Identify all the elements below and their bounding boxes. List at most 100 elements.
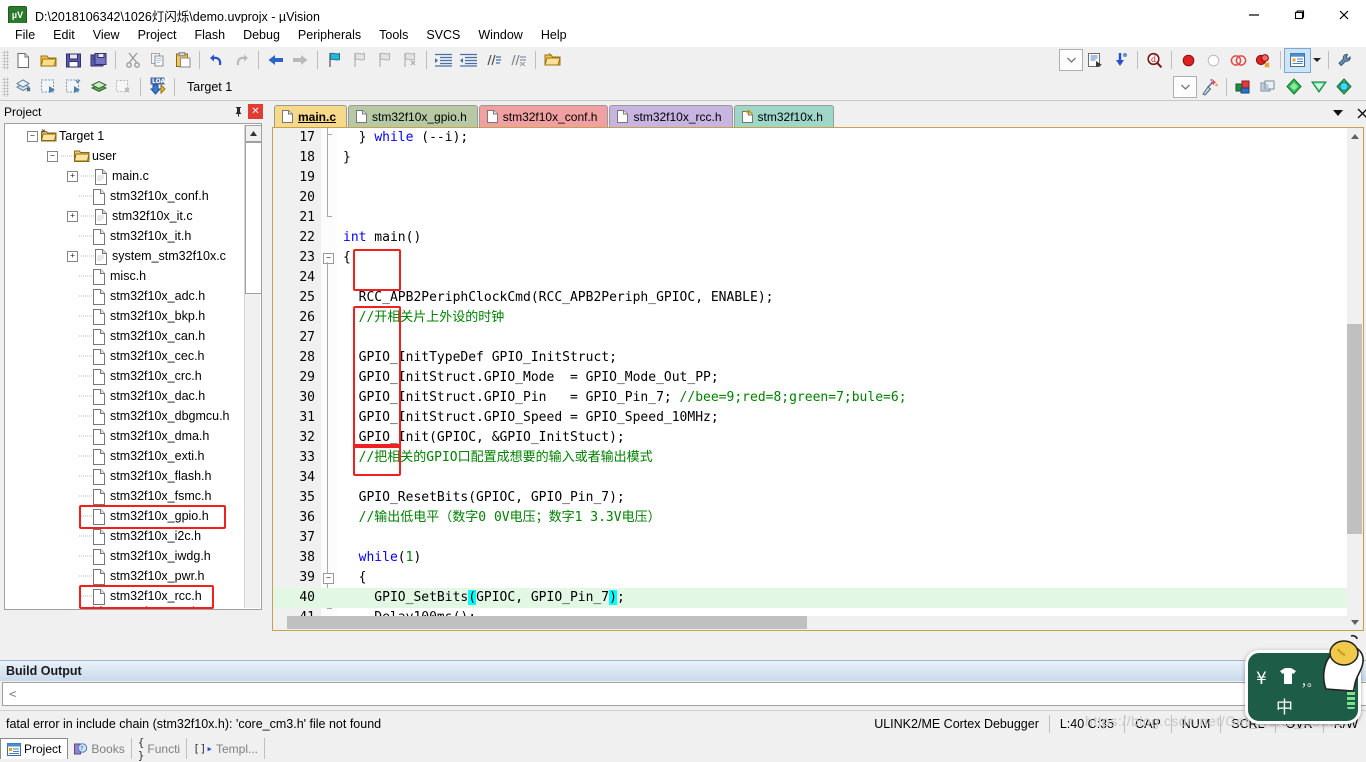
debug-start-icon[interactable] <box>1083 49 1108 72</box>
expander-plus-icon[interactable]: + <box>67 170 78 182</box>
tree-item-stm32f10x-i2c-h[interactable]: stm32f10x_i2c.h <box>5 526 243 546</box>
tree-item-system-stm32f10x-c[interactable]: + system_stm32f10x.c <box>5 246 243 266</box>
project-tree-vertical-scrollbar[interactable] <box>244 125 261 608</box>
menu-edit[interactable]: Edit <box>44 25 84 45</box>
ime-currency-glyph[interactable]: ¥ <box>1256 669 1267 689</box>
panel-tab-templates[interactable]: []▸ Templ... <box>187 738 265 759</box>
tree-item-stm32f10x-dbgmcu-h[interactable]: stm32f10x_dbgmcu.h <box>5 406 243 426</box>
options-target-icon[interactable] <box>1197 75 1222 98</box>
rebuild-icon[interactable] <box>61 75 86 98</box>
close-icon[interactable] <box>1354 105 1366 121</box>
target-selector-value[interactable]: Target 1 <box>179 80 315 94</box>
tree-item-main-c[interactable]: + main.c <box>5 166 243 186</box>
save-icon[interactable] <box>61 49 86 72</box>
scroll-up-button[interactable] <box>245 125 261 142</box>
stop-build-icon[interactable] <box>111 75 136 98</box>
comment-icon[interactable] <box>481 49 506 72</box>
menu-flash[interactable]: Flash <box>185 25 234 45</box>
menu-svcs[interactable]: SVCS <box>417 25 469 45</box>
pack-installer-icon[interactable] <box>1306 75 1331 98</box>
scrollbar-thumb[interactable] <box>245 142 261 294</box>
ime-floating-widget[interactable]: ¥ ，。 中 <box>1245 634 1364 724</box>
new-file-icon[interactable] <box>11 49 36 72</box>
insert-tracepoint-icon[interactable] <box>1108 49 1133 72</box>
tree-item-stm32f10x-gpio-h[interactable]: stm32f10x_gpio.h <box>5 506 243 526</box>
code-editor[interactable]: − − 17 } while (--i); 18 } 19 20 21 22 i… <box>272 127 1364 631</box>
tree-item-stm32f10x-bkp-h[interactable]: stm32f10x_bkp.h <box>5 306 243 326</box>
code-vertical-scrollbar[interactable] <box>1347 128 1363 630</box>
open-file-icon[interactable] <box>36 49 61 72</box>
save-all-icon[interactable] <box>86 49 111 72</box>
bookmark-next-icon[interactable] <box>372 49 397 72</box>
menu-peripherals[interactable]: Peripherals <box>289 25 370 45</box>
editor-tab-stm32f10x-conf-h[interactable]: stm32f10x_conf.h <box>478 105 609 127</box>
project-window-icon[interactable] <box>1284 47 1311 73</box>
menu-debug[interactable]: Debug <box>234 25 289 45</box>
translate-icon[interactable] <box>11 75 36 98</box>
bookmark-prev-icon[interactable] <box>347 49 372 72</box>
chevron-down-icon[interactable] <box>1330 105 1346 121</box>
menu-help[interactable]: Help <box>532 25 576 45</box>
target-dropdown-icon[interactable] <box>1173 75 1197 98</box>
tree-item-stm32f10x-dma-h[interactable]: stm32f10x_dma.h <box>5 426 243 446</box>
code-scroll-down-button[interactable] <box>1347 614 1363 630</box>
code-h-scrollbar-thumb[interactable] <box>287 616 807 629</box>
ime-mode-glyph[interactable]: 中 <box>1276 693 1293 718</box>
tree-item-stm32f10x-adc-h[interactable]: stm32f10x_adc.h <box>5 286 243 306</box>
multi-project-icon[interactable] <box>1256 75 1281 98</box>
navigate-forward-icon[interactable] <box>288 49 313 72</box>
project-tree[interactable]: − Target 1 − user + main.c stm32f10x_con… <box>4 123 262 610</box>
tree-item-user[interactable]: − user <box>5 146 243 166</box>
panel-tab-books[interactable]: ? Books <box>68 738 132 759</box>
tree-item-stm32f10x-it-h[interactable]: stm32f10x_it.h <box>5 226 243 246</box>
breakpoint-disable-all-icon[interactable] <box>1226 49 1251 72</box>
editor-tab-stm32f10x-gpio-h[interactable]: stm32f10x_gpio.h <box>348 105 478 127</box>
open-folder-icon[interactable] <box>540 49 565 72</box>
editor-tab-stm32f10x-h[interactable]: stm32f10x.h <box>733 105 834 127</box>
download-icon[interactable]: LOAD <box>145 75 170 98</box>
editor-tab-stm32f10x-rcc-h[interactable]: stm32f10x_rcc.h <box>609 105 733 127</box>
tree-item-stm32f10x-pwr-h[interactable]: stm32f10x_pwr.h <box>5 566 243 586</box>
expander-minus-icon[interactable]: − <box>27 130 38 142</box>
menu-tools[interactable]: Tools <box>370 25 417 45</box>
redo-icon[interactable] <box>229 49 254 72</box>
manage-run-env-icon[interactable] <box>1331 75 1356 98</box>
batch-build-icon[interactable] <box>86 75 111 98</box>
tree-item-stm32f10x-dac-h[interactable]: stm32f10x_dac.h <box>5 386 243 406</box>
build-output-content[interactable]: < <box>2 682 1366 706</box>
panel-tab-project[interactable]: Project <box>0 738 69 759</box>
breakpoint-kill-all-icon[interactable] <box>1251 49 1276 72</box>
breakpoint-icon[interactable] <box>1176 49 1201 72</box>
build-icon[interactable] <box>36 75 61 98</box>
tree-item-stm32f10x-rcc-h[interactable]: stm32f10x_rcc.h <box>5 586 243 606</box>
configuration-wizard-icon[interactable] <box>1333 49 1358 72</box>
bookmark-toggle-icon[interactable] <box>322 49 347 72</box>
paste-icon[interactable] <box>170 49 195 72</box>
combo-dropdown-icon[interactable] <box>1059 49 1083 71</box>
tree-item-stm32f10x-can-h[interactable]: stm32f10x_can.h <box>5 326 243 346</box>
outdent-icon[interactable] <box>456 49 481 72</box>
tree-item-stm32f10x-rtc-h[interactable]: stm32f10x_rtc.h <box>5 606 243 609</box>
close-icon[interactable]: ✕ <box>248 104 263 119</box>
manage-project-items-icon[interactable] <box>1231 75 1256 98</box>
editor-tab-main-c[interactable]: main.c <box>274 105 348 127</box>
tree-item-misc-h[interactable]: misc.h <box>5 266 243 286</box>
indent-icon[interactable] <box>431 49 456 72</box>
menu-view[interactable]: View <box>84 25 129 45</box>
tree-item-stm32f10x-crc-h[interactable]: stm32f10x_crc.h <box>5 366 243 386</box>
tree-item-stm32f10x-iwdg-h[interactable]: stm32f10x_iwdg.h <box>5 546 243 566</box>
find-in-files-icon[interactable]: d <box>1142 49 1167 72</box>
menu-window[interactable]: Window <box>469 25 531 45</box>
menu-file[interactable]: File <box>6 25 44 45</box>
cut-icon[interactable] <box>120 49 145 72</box>
tree-item-stm32f10x-fsmc-h[interactable]: stm32f10x_fsmc.h <box>5 486 243 506</box>
menu-project[interactable]: Project <box>129 25 186 45</box>
undo-icon[interactable] <box>204 49 229 72</box>
tree-item-target1[interactable]: − Target 1 <box>5 126 243 146</box>
uncomment-icon[interactable] <box>506 49 531 72</box>
toolbar-grip[interactable] <box>2 76 9 97</box>
ime-shirt-icon[interactable] <box>1278 667 1298 685</box>
breakpoint-disable-icon[interactable] <box>1201 49 1226 72</box>
bookmark-clear-icon[interactable] <box>397 49 422 72</box>
pin-icon[interactable] <box>231 104 246 119</box>
